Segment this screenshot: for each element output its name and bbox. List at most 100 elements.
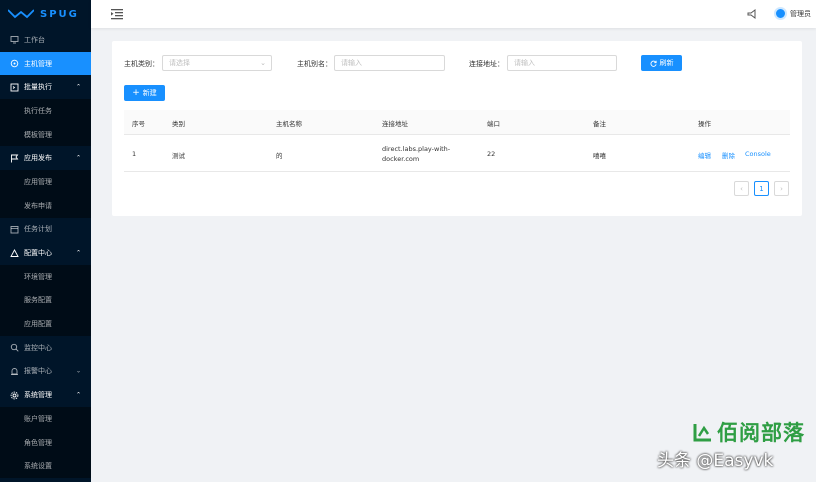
sidebar-item-label: 环境管理 [24,272,52,281]
row-category: 测试 [172,152,185,160]
sidebar-item-2[interactable]: 批量执行 ⌃ [0,75,91,99]
sidebar-item-label: 系统设置 [24,462,52,471]
username[interactable]: 管理员 [790,9,811,19]
sidebar-item-1[interactable]: 主机管理 [0,51,91,76]
prev-page-button[interactable]: ‹ [734,181,749,196]
schedule-icon [10,225,19,234]
sidebar-item-12[interactable]: 应用配置 [0,312,91,336]
sidebar-item-5[interactable]: 应用发布 ⌃ [0,146,91,170]
chevron-up-icon: ⌃ [75,83,81,91]
col-port: 端口 [487,120,500,128]
refresh-button[interactable]: 刷新 [641,55,682,71]
sidebar-item-9[interactable]: 配置中心 ⌃ [0,241,91,265]
sidebar-item-label: 工作台 [24,35,45,44]
sidebar-item-0[interactable]: 工作台 [0,28,91,52]
row-hostname: 的 [276,152,283,160]
chevron-down-icon: ⌄ [75,367,81,375]
watermark-logo: 佰阅部落 [693,417,805,447]
code-icon [10,83,19,92]
sidebar-item-label: 报警中心 [24,367,52,376]
table-header: 序号 类别 主机名称 连接地址 端口 备注 操作 [124,110,790,135]
chevron-up-icon: ⌃ [75,391,81,399]
sidebar-item-label: 主机管理 [24,59,52,68]
table-row: 1 测试 的 direct.labs.play-with- docker.com… [124,135,790,172]
address-input[interactable]: 请输入 [507,55,617,71]
row-index: 1 [132,150,137,158]
row-address-line2: docker.com [382,155,420,163]
watermark-text: 头条 @Easyvk [657,451,774,471]
sidebar-item-label: 系统管理 [24,391,52,400]
sidebar-item-label: 角色管理 [24,438,52,447]
sidebar-item-15[interactable]: 系统管理 ⌃ [0,383,91,407]
flag-icon [10,154,19,163]
cloud-server-icon [10,59,19,68]
address-placeholder: 请输入 [514,59,535,67]
sidebar-item-4[interactable]: 模板管理 [0,122,91,147]
row-port: 22 [487,150,496,158]
logo-text: SPUG [40,8,79,20]
sidebar-item-16[interactable]: 账户管理 [0,407,91,431]
col-note: 备注 [593,120,606,128]
sidebar-item-10[interactable]: 环境管理 [0,264,91,289]
row-note: 嘻嘻 [593,152,606,160]
console-link[interactable]: Console [745,150,771,158]
sidebar-menu: 工作台主机管理批量执行 ⌃ 执行任务模板管理应用发布 ⌃ 应用管理发布申请任务计划配置中… [0,28,91,479]
row-address-line1: direct.labs.play-with- [382,145,451,153]
sidebar-item-label: 任务计划 [24,225,52,234]
sidebar-item-label: 配置中心 [24,249,52,258]
avatar[interactable] [774,7,787,20]
top-header: 管理员 [91,0,816,28]
col-category: 类别 [172,120,185,128]
sidebar-item-label: 账户管理 [24,414,52,423]
sidebar-item-17[interactable]: 角色管理 [0,430,91,455]
alias-filter-label: 主机别名： [297,60,332,68]
new-label: 新建 [142,89,157,97]
address-filter-label: 连接地址： [469,60,504,68]
sidebar-item-13[interactable]: 监控中心 [0,336,91,360]
sidebar-item-label: 监控中心 [24,343,52,352]
alert-icon [10,367,19,376]
col-address: 连接地址 [382,120,408,128]
spug-logo-icon [8,9,34,19]
sidebar-item-label: 应用发布 [24,154,52,163]
sidebar-item-6[interactable]: 应用管理 [0,170,91,194]
menu-fold-icon[interactable] [111,8,123,20]
sidebar-item-8[interactable]: 任务计划 [0,218,91,242]
sidebar-item-label: 批量执行 [24,83,52,92]
watermark-brand: 佰阅部落 [717,421,805,445]
chevron-up-icon: ⌃ [75,249,81,257]
edit-link[interactable]: 编辑 [698,150,711,160]
alias-placeholder: 请输入 [341,59,362,67]
deployment-icon [10,248,19,258]
page-1-button[interactable]: 1 [754,181,769,196]
setting-icon [10,391,19,400]
delete-link[interactable]: 删除 [722,150,735,160]
chevron-down-icon: ⌄ [260,59,266,67]
sync-icon [650,60,657,67]
col-index: 序号 [132,120,145,128]
sidebar-item-18[interactable]: 系统设置 [0,454,91,479]
sidebar-item-label: 发布申请 [24,201,52,210]
desktop-icon [10,35,19,44]
new-host-button[interactable]: + 新建 [124,85,165,101]
monitor-icon [10,343,19,352]
alias-input[interactable]: 请输入 [334,55,445,71]
category-select[interactable]: 请选择 ⌄ [162,55,272,71]
sidebar-item-7[interactable]: 发布申请 [0,193,91,218]
notification-icon[interactable] [747,9,757,19]
sidebar-item-14[interactable]: 报警中心 ⌄ [0,360,91,384]
brand-logo-icon [693,424,711,442]
category-placeholder: 请选择 [169,59,190,67]
app-logo[interactable]: SPUG [0,0,91,28]
plus-icon: + [132,87,140,98]
category-filter-label: 主机类别： [124,60,159,68]
sidebar-item-label: 应用管理 [24,177,52,186]
sidebar-item-label: 服务配置 [24,296,52,305]
next-page-button[interactable]: › [774,181,789,196]
col-hostname: 主机名称 [276,120,302,128]
sidebar: SPUG 工作台主机管理批量执行 ⌃ 执行任务模板管理应用发布 ⌃ 应用管理发布申请任务… [0,0,91,482]
sidebar-item-3[interactable]: 执行任务 [0,99,91,123]
chevron-up-icon: ⌃ [75,154,81,162]
sidebar-item-11[interactable]: 服务配置 [0,288,91,313]
sidebar-item-label: 执行任务 [24,106,52,115]
